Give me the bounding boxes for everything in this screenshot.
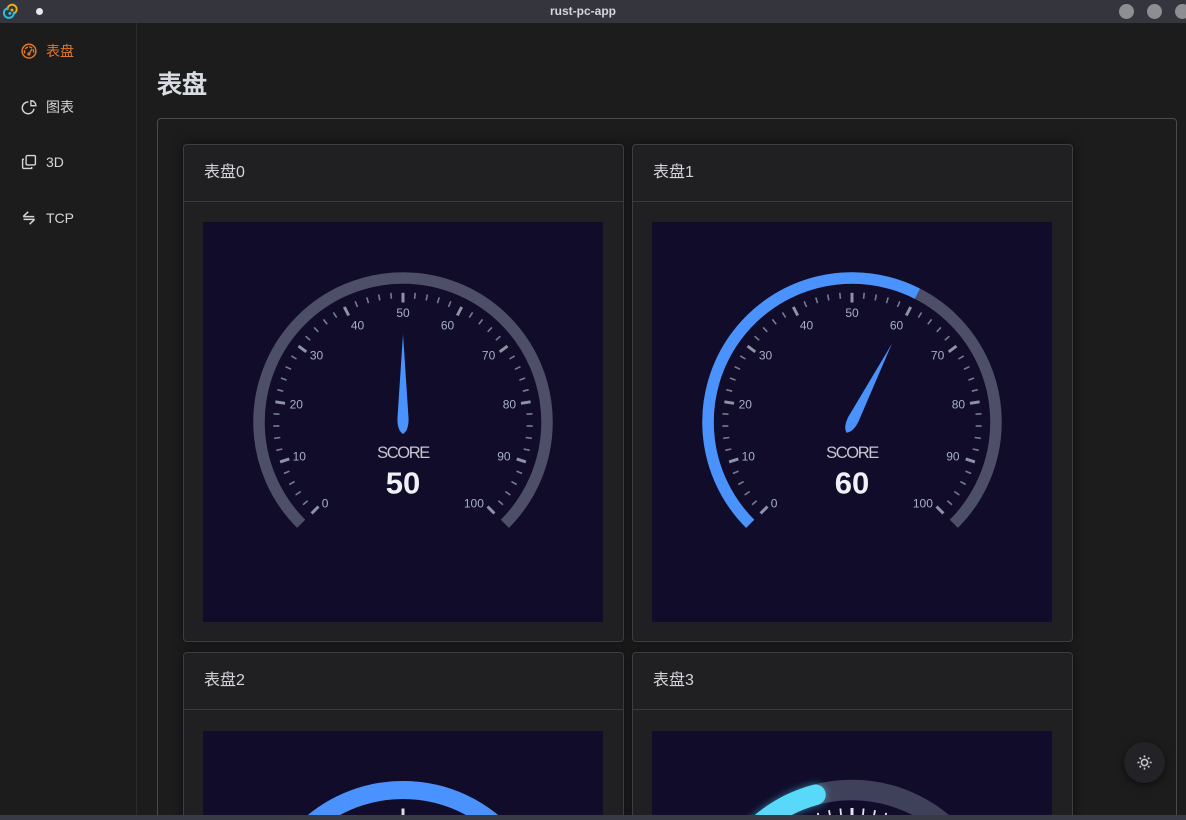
- svg-text:60: 60: [441, 319, 455, 333]
- svg-text:0: 0: [771, 497, 778, 511]
- svg-text:50: 50: [845, 306, 859, 320]
- svg-text:20: 20: [290, 398, 304, 412]
- svg-text:40: 40: [351, 319, 365, 333]
- svg-text:30: 30: [310, 349, 324, 363]
- svg-text:90: 90: [946, 450, 960, 464]
- svg-text:30: 30: [759, 349, 773, 363]
- svg-text:70: 70: [482, 349, 496, 363]
- svg-text:70: 70: [931, 349, 945, 363]
- svg-text:40: 40: [800, 319, 814, 333]
- svg-text:100: 100: [464, 497, 484, 511]
- svg-text:0: 0: [322, 497, 329, 511]
- svg-text:10: 10: [742, 450, 756, 464]
- svg-text:100: 100: [913, 497, 933, 511]
- svg-text:60: 60: [890, 319, 904, 333]
- svg-text:90: 90: [497, 450, 511, 464]
- svg-text:10: 10: [293, 450, 307, 464]
- svg-text:80: 80: [503, 398, 517, 412]
- svg-text:80: 80: [952, 398, 966, 412]
- svg-text:60: 60: [835, 466, 869, 501]
- svg-text:SCORE: SCORE: [377, 444, 430, 462]
- svg-text:20: 20: [739, 398, 753, 412]
- svg-text:50: 50: [396, 306, 410, 320]
- svg-text:50: 50: [386, 466, 420, 501]
- svg-text:SCORE: SCORE: [826, 444, 879, 462]
